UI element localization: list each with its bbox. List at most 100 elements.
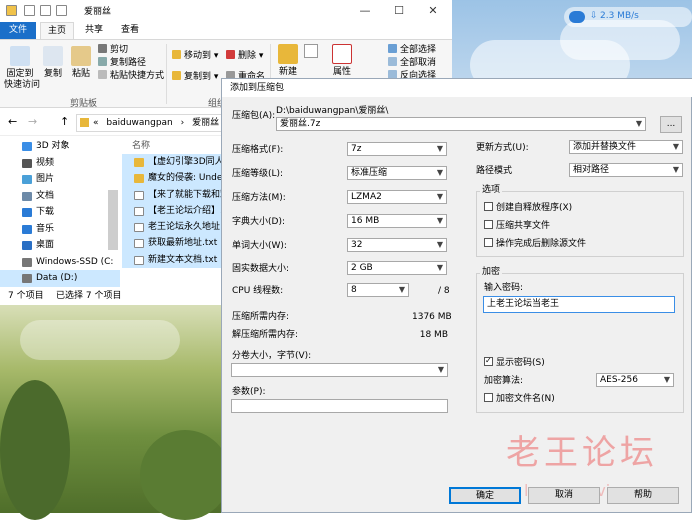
properties-button[interactable]: 属性 — [330, 44, 354, 78]
new-item-icon[interactable] — [304, 44, 318, 58]
file-row[interactable]: 获取最新地址.txt — [122, 235, 230, 252]
copy-button[interactable]: 复制 — [42, 46, 64, 80]
option-checkbox[interactable]: 创建自释放程序(X) — [484, 202, 572, 214]
file-row[interactable]: 【老王论坛介绍】.t — [122, 202, 230, 220]
documents-icon — [22, 191, 32, 201]
tab-view[interactable]: 查看 — [114, 22, 146, 39]
option-checkbox[interactable]: 操作完成后删除源文件 — [484, 238, 586, 250]
copy-to-button[interactable]: 复制到 ▾ — [172, 71, 218, 83]
explorer-titlebar[interactable]: 爱丽丝 — ☐ ✕ — [0, 0, 452, 22]
nav-item[interactable]: Data (D:) — [0, 270, 120, 287]
paste-button[interactable]: 粘贴 — [70, 46, 92, 80]
select-all-button[interactable]: 全部选择 — [388, 44, 436, 56]
delete-button[interactable]: 删除 ▾ — [226, 50, 263, 62]
checkbox-icon — [484, 220, 493, 229]
tab-home[interactable]: 主页 — [40, 22, 75, 39]
window-title: 爱丽丝 — [84, 7, 112, 17]
option-checkbox[interactable]: 压缩共享文件 — [484, 220, 550, 232]
encryption-method-combo[interactable]: AES-256 ▼ — [596, 373, 674, 387]
setting-combo[interactable]: 32 ▼ — [347, 238, 447, 252]
update-mode-combo[interactable]: 添加并替换文件 ▼ — [569, 140, 683, 154]
speed-pill[interactable]: ⇩ 2.3 MB/s — [564, 7, 692, 27]
text-file-icon — [134, 223, 144, 233]
scissors-icon — [98, 44, 107, 53]
properties-icon[interactable] — [24, 5, 35, 16]
nav-item-label: Data (D:) — [36, 273, 78, 283]
setting-combo[interactable]: 16 MB ▼ — [347, 214, 447, 228]
new-folder-label: 新建 — [278, 67, 297, 77]
browse-button[interactable]: ... — [660, 116, 682, 133]
chevron-down-icon: ▼ — [436, 144, 443, 153]
text-file-icon — [134, 255, 144, 265]
select-all-icon — [388, 44, 397, 53]
archive-name-combo[interactable]: 爱丽丝.7z ▼ — [276, 117, 646, 131]
pin-button[interactable]: 固定到 快速访问 — [4, 46, 40, 91]
move-to-button[interactable]: 移动到 ▾ — [172, 50, 218, 62]
setting-combo[interactable]: 标准压缩 ▼ — [347, 166, 447, 180]
paste-shortcut-button[interactable]: 粘贴快捷方式 — [98, 70, 164, 82]
nav-item[interactable]: 视频 — [0, 155, 120, 172]
archive-name-value: 爱丽丝.7z — [280, 119, 321, 129]
dialog-title: 添加到压缩包 — [222, 79, 692, 97]
file-row[interactable]: 【来了就能下载和观 — [122, 186, 230, 203]
breadcrumb-current[interactable]: 爱丽丝 — [192, 118, 219, 128]
download-icon — [22, 208, 32, 217]
cut-label: 剪切 — [110, 45, 129, 55]
cpu-threads-combo[interactable]: 8 ▼ — [347, 283, 409, 297]
properties-icon — [332, 44, 352, 64]
tab-file[interactable]: 文件 — [0, 22, 36, 39]
cut-button[interactable]: 剪切 — [98, 44, 128, 56]
download-speed: 2.3 MB/s — [600, 11, 639, 21]
setting-combo[interactable]: 7z ▼ — [347, 142, 447, 156]
close-button[interactable]: ✕ — [416, 0, 450, 22]
setting-combo[interactable]: 2 GB ▼ — [347, 261, 447, 275]
nav-item[interactable]: 3D 对象 — [0, 138, 120, 155]
file-row[interactable]: 【虚幻引擎3D同人全 — [122, 154, 230, 171]
new-folder-button[interactable]: 新建 — [276, 44, 300, 78]
file-row[interactable]: 新建文本文档.txt — [122, 251, 230, 269]
cancel-button[interactable]: 取消 — [528, 487, 600, 504]
nav-scrollbar[interactable] — [108, 190, 118, 250]
folder-icon — [134, 158, 144, 167]
select-none-button[interactable]: 全部取消 — [388, 57, 436, 69]
options-group-title: 选项 — [480, 185, 503, 196]
text-file-icon — [134, 239, 144, 249]
breadcrumb-baiduwangpan[interactable]: baiduwangpan — [106, 118, 172, 128]
nav-item[interactable]: 图片 — [0, 171, 120, 188]
show-password-label: 显示密码(S) — [496, 358, 545, 368]
encrypt-filenames-checkbox[interactable]: 加密文件名(N) — [484, 393, 555, 405]
split-size-combo[interactable]: ▼ — [231, 363, 448, 377]
maximize-button[interactable]: ☐ — [382, 0, 416, 22]
copy-path-button[interactable]: 复制路径 — [98, 57, 146, 69]
help-button[interactable]: 帮助 — [607, 487, 679, 504]
nav-item[interactable]: 桌面 — [0, 237, 120, 254]
file-row[interactable]: 魔女的侵袭: Unde — [122, 170, 230, 187]
nav-item-label: 音乐 — [36, 223, 55, 234]
nav-item[interactable]: 文档 — [0, 188, 120, 205]
forward-button[interactable]: → — [28, 115, 37, 128]
setting-combo[interactable]: LZMA2 ▼ — [347, 190, 447, 204]
up-button[interactable]: ↑ — [60, 115, 69, 128]
show-password-checkbox[interactable]: 显示密码(S) — [484, 355, 545, 369]
password-input[interactable]: 上老王论坛当老王 — [483, 296, 675, 313]
nav-item[interactable]: 下载 — [0, 204, 120, 221]
column-header-name[interactable]: 名称 — [122, 138, 230, 154]
breadcrumb-overflow[interactable]: « — [93, 118, 99, 128]
tab-share[interactable]: 共享 — [78, 22, 110, 39]
minimize-button[interactable]: — — [348, 0, 382, 22]
path-mode-combo[interactable]: 相对路径 ▼ — [569, 163, 683, 177]
ok-button[interactable]: 确定 — [449, 487, 521, 504]
nav-item[interactable]: Windows-SSD (C: — [0, 254, 120, 271]
baidu-netdisk-widget[interactable]: ⇩ 2.3 MB/s — [452, 0, 692, 30]
file-list: 名称 【虚幻引擎3D同人全 魔女的侵袭: Unde 【来了就能下载和观 【老王论坛介绍… — [122, 138, 230, 288]
nav-item[interactable]: 音乐 — [0, 221, 120, 238]
pin-icon — [10, 46, 30, 66]
new-folder-icon[interactable] — [40, 5, 51, 16]
update-mode-value: 添加并替换文件 — [573, 142, 637, 152]
parameters-input[interactable] — [231, 399, 448, 413]
back-button[interactable]: ← — [8, 115, 17, 128]
quick-access-dropdown-icon[interactable] — [56, 5, 67, 16]
add-to-archive-dialog: 添加到压缩包 压缩包(A): D:\baiduwangpan\爱丽丝\ 爱丽丝.… — [221, 78, 692, 513]
file-row[interactable]: 老王论坛永久地址 — [122, 219, 230, 236]
setting-label: 压缩方法(M): — [232, 193, 286, 203]
